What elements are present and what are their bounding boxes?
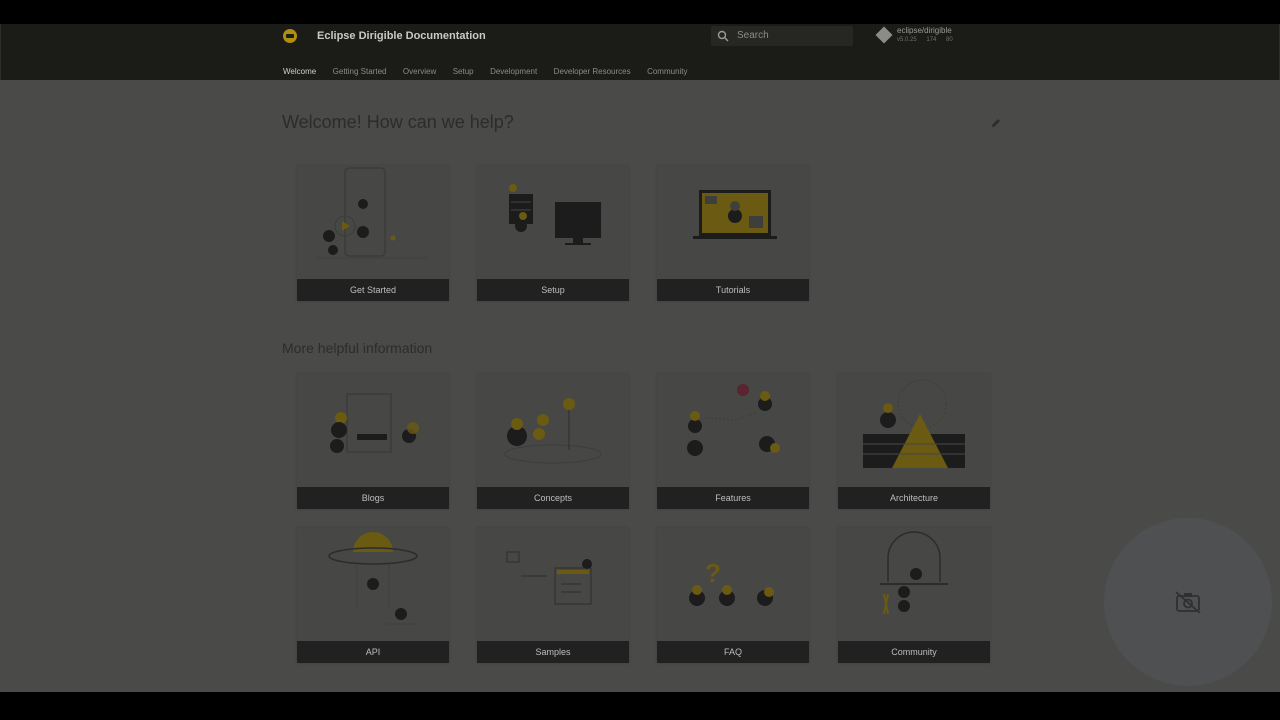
camera-overlay[interactable]	[1104, 518, 1272, 686]
card-label: Get Started	[297, 279, 449, 301]
faq-illustration-icon: ?	[689, 558, 774, 606]
get-started-illustration-icon	[317, 167, 427, 259]
search-placeholder: Search	[737, 30, 769, 41]
search-icon	[717, 30, 729, 42]
card-label: Community	[838, 641, 990, 663]
repo-stats: v5.0.25 174 80	[897, 37, 961, 43]
more-info-title: More helpful information	[282, 340, 433, 356]
card-features[interactable]: Features	[657, 374, 809, 509]
card-label: Features	[657, 487, 809, 509]
git-icon[interactable]	[875, 26, 893, 44]
api-illustration-icon	[328, 532, 418, 625]
concepts-illustration-icon	[504, 398, 602, 464]
card-label: Blogs	[297, 487, 449, 509]
card-label: Architecture	[838, 487, 990, 509]
card-tutorials[interactable]: Tutorials	[657, 166, 809, 301]
card-blogs[interactable]: Blogs	[297, 374, 449, 509]
repo-name[interactable]: eclipse/dirigible	[897, 26, 952, 35]
card-label: Concepts	[477, 487, 629, 509]
card-label: FAQ	[657, 641, 809, 663]
search-box[interactable]: Search	[711, 26, 853, 46]
card-setup[interactable]: Setup	[477, 166, 629, 301]
setup-illustration-icon	[509, 184, 601, 245]
architecture-illustration-icon	[863, 379, 965, 468]
tutorials-illustration-icon	[693, 190, 777, 239]
card-label: API	[297, 641, 449, 663]
main-content: Welcome! How can we help? Get Started Se…	[0, 80, 1280, 692]
nav-getting-started[interactable]: Getting Started	[333, 67, 387, 76]
card-label: Samples	[477, 641, 629, 663]
nav-community[interactable]: Community	[647, 67, 687, 76]
welcome-title: Welcome! How can we help?	[282, 112, 514, 132]
bottom-black-bar	[0, 692, 1280, 720]
nav-development[interactable]: Development	[490, 67, 537, 76]
card-faq[interactable]: ? FAQ	[657, 528, 809, 663]
main-nav: Welcome Getting Started Overview Setup D…	[283, 61, 700, 79]
card-label: Tutorials	[657, 279, 809, 301]
nav-developer-resources[interactable]: Developer Resources	[554, 67, 631, 76]
repo-stars: 174	[926, 37, 937, 43]
camera-off-icon	[1175, 591, 1201, 614]
svg-text:?: ?	[705, 558, 721, 588]
site-title[interactable]: Eclipse Dirigible Documentation	[317, 30, 486, 42]
samples-illustration-icon	[506, 551, 592, 605]
nav-overview[interactable]: Overview	[403, 67, 436, 76]
site-header: Eclipse Dirigible Documentation Search e…	[0, 24, 1280, 80]
edit-pencil-icon[interactable]	[990, 117, 1002, 129]
features-illustration-icon	[687, 384, 780, 456]
card-label: Setup	[477, 279, 629, 301]
repo-forks: 80	[946, 37, 953, 43]
card-concepts[interactable]: Concepts	[477, 374, 629, 509]
card-architecture[interactable]: Architecture	[838, 374, 990, 509]
card-get-started[interactable]: Get Started	[297, 166, 449, 301]
repo-version: v5.0.25	[897, 37, 917, 43]
top-black-bar	[0, 0, 1280, 24]
card-samples[interactable]: Samples	[477, 528, 629, 663]
blogs-illustration-icon	[330, 393, 419, 453]
card-api[interactable]: API	[297, 528, 449, 663]
community-illustration-icon	[880, 531, 948, 615]
nav-setup[interactable]: Setup	[453, 67, 474, 76]
dirigible-logo[interactable]	[283, 29, 297, 43]
card-community[interactable]: Community	[838, 528, 990, 663]
nav-welcome[interactable]: Welcome	[283, 67, 316, 76]
